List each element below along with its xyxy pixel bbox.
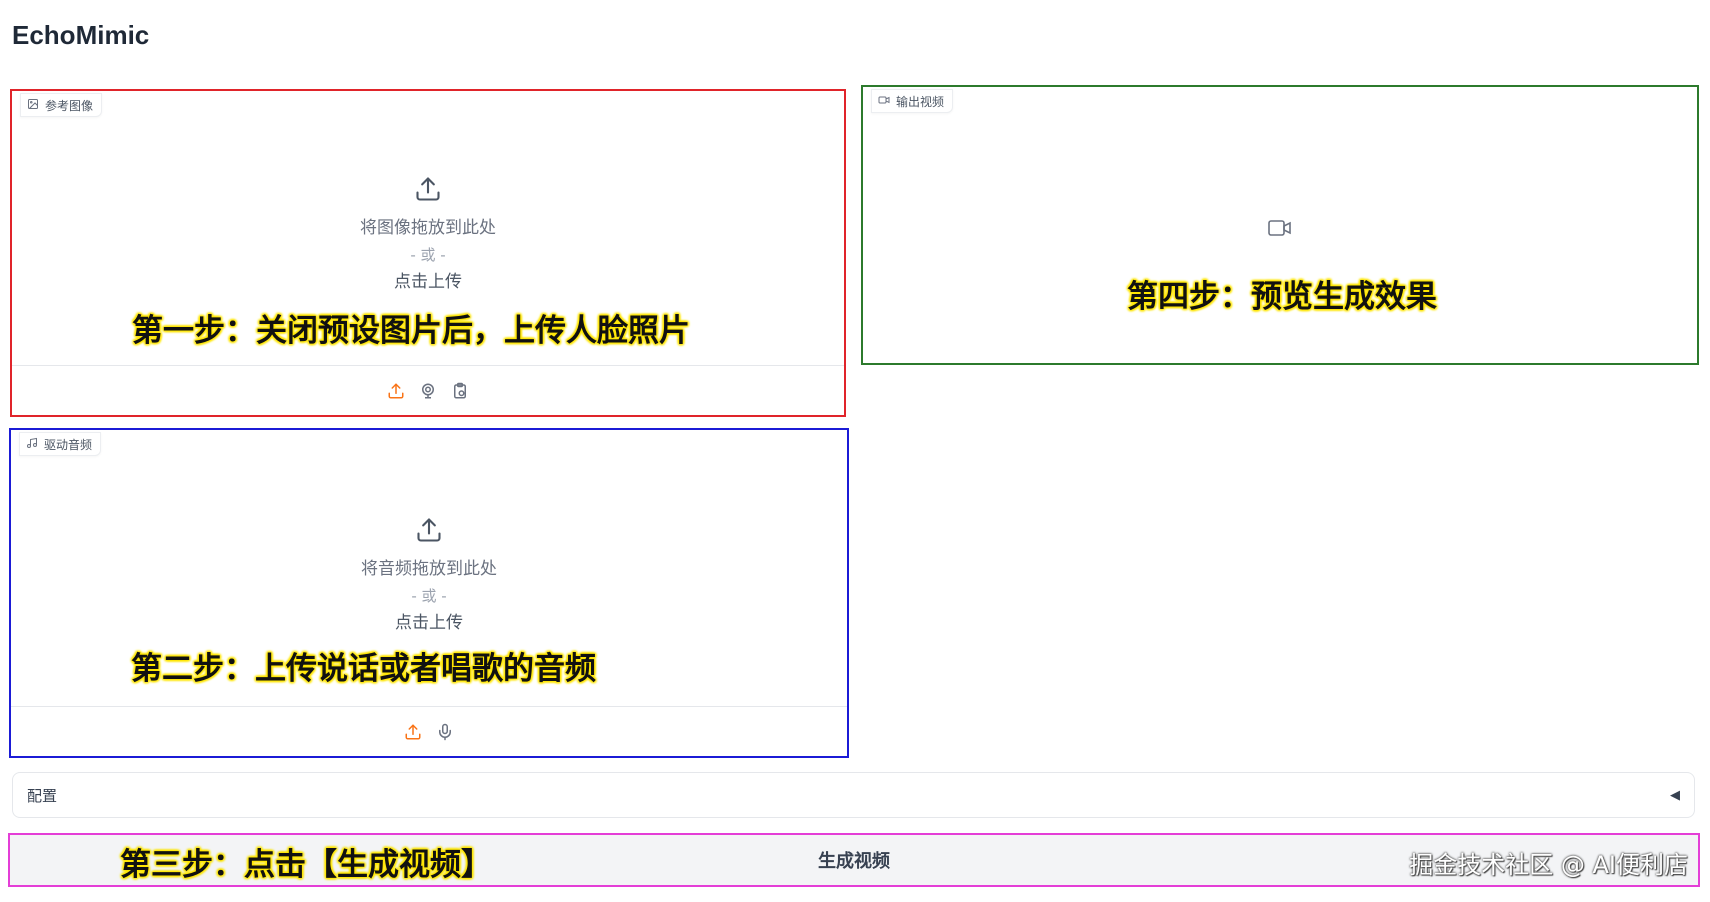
output-video-panel: 输出视频 第四步：预览生成效果 xyxy=(861,85,1699,365)
video-icon xyxy=(1267,217,1293,243)
output-video-label: 输出视频 xyxy=(871,89,954,113)
driving-audio-label: 驱动音频 xyxy=(19,432,102,456)
watermark: 掘金技术社区 @ AI便利店 xyxy=(1409,851,1688,879)
audio-drop-zone[interactable]: 将音频拖放到此处 - 或 - 点击上传 xyxy=(11,516,847,637)
music-icon xyxy=(26,437,38,452)
driving-audio-panel[interactable]: 驱动音频 将音频拖放到此处 - 或 - 点击上传 第二步：上传说话或者唱歌的音频 xyxy=(9,428,849,758)
video-placeholder xyxy=(863,217,1697,243)
image-icon xyxy=(27,98,39,113)
image-drop-zone[interactable]: 将图像拖放到此处 - 或 - 点击上传 xyxy=(12,175,844,296)
driving-audio-label-text: 驱动音频 xyxy=(44,437,93,452)
config-accordion[interactable]: 配置 ◀ xyxy=(12,772,1695,818)
audio-source-bar xyxy=(11,706,847,756)
upload-icon xyxy=(414,175,442,207)
image-source-bar xyxy=(12,365,844,415)
reference-image-label: 参考图像 xyxy=(20,93,103,117)
app-title: EchoMimic xyxy=(12,20,150,50)
reference-image-panel[interactable]: 参考图像 将图像拖放到此处 - 或 - 点击上传 第一步：关闭预设图片后，上传人… xyxy=(10,89,846,417)
upload-icon[interactable] xyxy=(404,723,422,741)
audio-drop-text: 将音频拖放到此处 xyxy=(361,559,497,579)
audio-click-upload[interactable]: 点击上传 xyxy=(395,610,463,637)
step-three-annotation: 第三步：点击【生成视频】 xyxy=(120,847,492,883)
webcam-icon[interactable] xyxy=(419,382,437,400)
image-drop-text: 将图像拖放到此处 xyxy=(360,218,496,238)
output-video-label-text: 输出视频 xyxy=(896,94,945,109)
generate-video-button[interactable]: 第三步：点击【生成视频】 生成视频 掘金技术社区 @ AI便利店 xyxy=(8,833,1700,887)
collapse-arrow-icon[interactable]: ◀ xyxy=(1670,788,1680,803)
image-or-text: - 或 - xyxy=(410,246,446,264)
upload-icon[interactable] xyxy=(387,382,405,400)
image-click-upload[interactable]: 点击上传 xyxy=(394,269,462,296)
config-label: 配置 xyxy=(27,786,58,805)
reference-image-label-text: 参考图像 xyxy=(45,98,94,113)
step-four-annotation: 第四步：预览生成效果 xyxy=(1127,279,1437,315)
step-two-annotation: 第二步：上传说话或者唱歌的音频 xyxy=(131,651,596,687)
video-icon xyxy=(878,94,890,109)
upload-icon xyxy=(415,516,443,548)
generate-video-label: 生成视频 xyxy=(818,851,890,872)
step-one-annotation: 第一步：关闭预设图片后，上传人脸照片 xyxy=(132,313,690,349)
audio-or-text: - 或 - xyxy=(411,587,447,605)
microphone-icon[interactable] xyxy=(436,723,454,741)
clipboard-icon[interactable] xyxy=(451,382,469,400)
